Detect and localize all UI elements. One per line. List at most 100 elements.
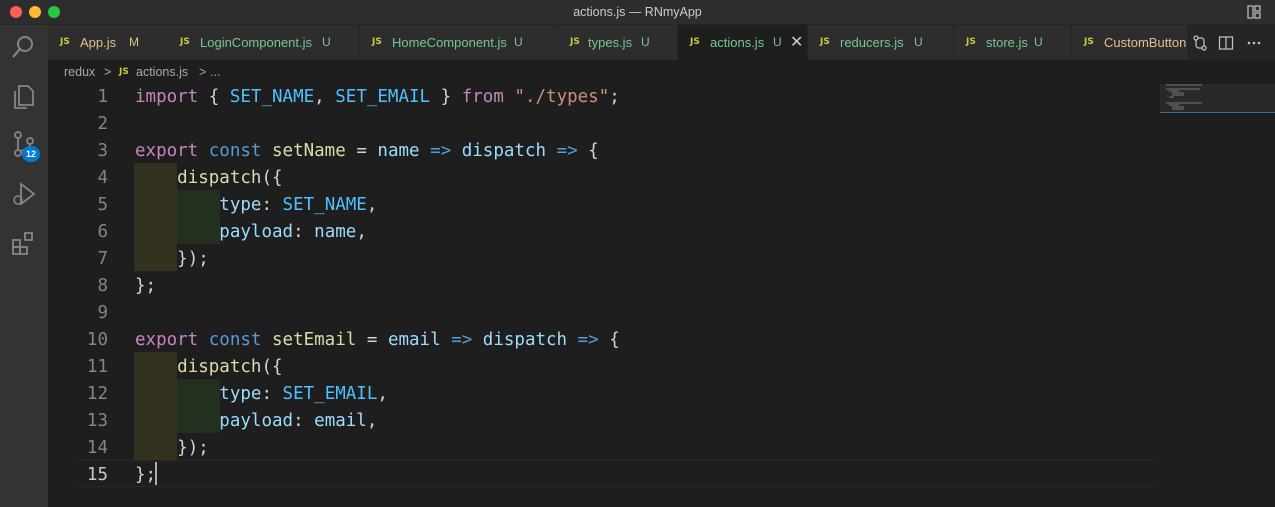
code-text: import { SET_NAME, SET_EMAIL } from "./t… bbox=[135, 87, 620, 107]
code-line[interactable]: 8}; bbox=[48, 273, 1160, 300]
js-file-icon: JS bbox=[60, 37, 70, 47]
line-number: 9 bbox=[97, 303, 108, 323]
line-number: 2 bbox=[97, 114, 108, 134]
tab-label: actions.js bbox=[710, 35, 765, 50]
line-number: 6 bbox=[97, 222, 108, 242]
breadcrumb-folder[interactable]: redux bbox=[64, 60, 95, 84]
js-file-icon: JS bbox=[570, 37, 580, 47]
js-file-icon: JS bbox=[372, 37, 382, 47]
minimap-line bbox=[1172, 108, 1184, 110]
code-text: dispatch({ bbox=[177, 357, 283, 377]
code-line[interactable]: 14 }); bbox=[48, 435, 1160, 462]
tab-app-js[interactable]: JS App.js M bbox=[48, 25, 174, 60]
tab-status: U bbox=[1034, 35, 1043, 49]
code-text: export const setEmail = email => dispatc… bbox=[135, 330, 620, 350]
tab-label: types.js bbox=[588, 35, 633, 50]
code-text: }; bbox=[135, 465, 157, 485]
chevron-right-icon: > bbox=[104, 65, 112, 79]
tab-label: App.js bbox=[80, 35, 117, 50]
code-text: }); bbox=[177, 249, 209, 269]
tab-status: U bbox=[773, 35, 782, 49]
activity-bar: 12 bbox=[0, 25, 48, 507]
code-text: type: SET_NAME, bbox=[219, 195, 378, 215]
files-icon[interactable] bbox=[10, 83, 38, 111]
tab-actions-js[interactable]: JS actions.js U ✕ bbox=[678, 25, 808, 60]
line-number: 10 bbox=[86, 330, 108, 350]
text-cursor bbox=[155, 462, 157, 485]
tab-status: U bbox=[641, 35, 650, 49]
code-text: export const setName = name => dispatch … bbox=[135, 141, 599, 161]
code-text: }); bbox=[177, 438, 209, 458]
tab-status: U bbox=[514, 35, 523, 49]
chevron-right-icon: > bbox=[199, 65, 207, 79]
code-editor[interactable]: 1 import { SET_NAME, SET_EMAIL } from "./… bbox=[48, 84, 1160, 507]
breadcrumb: redux > JS actions.js > ... bbox=[48, 60, 1275, 84]
code-line[interactable]: 10 export const setEmail = email => dispa… bbox=[48, 327, 1160, 354]
js-file-icon: JS bbox=[119, 67, 129, 77]
line-number: 15 bbox=[86, 465, 108, 485]
source-control-badge: 12 bbox=[22, 146, 40, 162]
tab-status: U bbox=[914, 35, 923, 49]
code-line[interactable]: 11 dispatch({ bbox=[48, 354, 1160, 381]
line-number: 1 bbox=[97, 87, 108, 107]
tab-label: reducers.js bbox=[840, 35, 904, 50]
tab-types-js[interactable]: JS types.js U bbox=[558, 25, 678, 60]
minimap[interactable] bbox=[1160, 84, 1275, 507]
line-number: 12 bbox=[86, 384, 108, 404]
code-text: dispatch({ bbox=[177, 168, 283, 188]
code-line[interactable]: 15}; bbox=[48, 462, 1160, 489]
split-editor-icon[interactable] bbox=[1218, 35, 1234, 51]
tab-label: HomeComponent.js bbox=[392, 35, 507, 50]
code-line[interactable]: 4 dispatch({ bbox=[48, 165, 1160, 192]
search-icon[interactable] bbox=[10, 33, 38, 61]
js-file-icon: JS bbox=[966, 37, 976, 47]
tab-label: store.js bbox=[986, 35, 1028, 50]
breadcrumb-symbol[interactable]: ... bbox=[210, 60, 220, 84]
code-line[interactable]: 3 export const setName = name => dispatch… bbox=[48, 138, 1160, 165]
tab-custombutton[interactable]: JS CustomButton bbox=[1072, 25, 1188, 60]
more-actions-icon[interactable] bbox=[1246, 35, 1262, 51]
code-text: payload: name, bbox=[219, 222, 367, 242]
code-line[interactable]: 6 payload: name, bbox=[48, 219, 1160, 246]
tab-bar: JS App.js M JS LoginComponent.js U JS Ho… bbox=[48, 25, 1275, 60]
code-line[interactable]: 2 bbox=[48, 111, 1160, 138]
line-number: 14 bbox=[86, 438, 108, 458]
code-line[interactable]: 1 import { SET_NAME, SET_EMAIL } from "./… bbox=[48, 84, 1160, 111]
extensions-icon[interactable] bbox=[10, 230, 38, 258]
code-text: type: SET_EMAIL, bbox=[219, 384, 388, 404]
tab-homecomponent-js[interactable]: JS HomeComponent.js U bbox=[360, 25, 558, 60]
js-file-icon: JS bbox=[1084, 37, 1094, 47]
code-text: payload: email, bbox=[219, 411, 378, 431]
code-line[interactable]: 12 type: SET_EMAIL, bbox=[48, 381, 1160, 408]
js-file-icon: JS bbox=[820, 37, 830, 47]
breadcrumb-file[interactable]: actions.js bbox=[136, 60, 188, 84]
line-number: 4 bbox=[97, 168, 108, 188]
tab-status: U bbox=[322, 35, 331, 49]
compare-changes-icon[interactable] bbox=[1192, 35, 1208, 51]
line-number: 8 bbox=[97, 276, 108, 296]
code-line[interactable]: 5 type: SET_NAME, bbox=[48, 192, 1160, 219]
tab-reducers-js[interactable]: JS reducers.js U bbox=[808, 25, 954, 60]
editor-actions bbox=[1188, 25, 1275, 60]
tab-store-js[interactable]: JS store.js U bbox=[954, 25, 1072, 60]
tab-label: LoginComponent.js bbox=[200, 35, 313, 50]
minimap-line bbox=[1169, 96, 1174, 98]
close-icon[interactable]: ✕ bbox=[790, 25, 803, 60]
line-number: 7 bbox=[97, 249, 108, 269]
line-number: 13 bbox=[86, 411, 108, 431]
run-debug-icon[interactable] bbox=[10, 180, 38, 208]
code-line[interactable]: 9 bbox=[48, 300, 1160, 327]
layout-icon[interactable] bbox=[1247, 5, 1261, 19]
code-text: }; bbox=[135, 276, 157, 296]
tab-logincomponent-js[interactable]: JS LoginComponent.js U bbox=[168, 25, 360, 60]
tab-label: CustomButton bbox=[1104, 35, 1187, 50]
tab-status: M bbox=[129, 35, 139, 49]
js-file-icon: JS bbox=[690, 37, 700, 47]
minimap-line bbox=[1166, 84, 1202, 86]
code-line[interactable]: 13 payload: email, bbox=[48, 408, 1160, 435]
code-line[interactable]: 7 }); bbox=[48, 246, 1160, 273]
line-number: 11 bbox=[86, 357, 108, 377]
title-bar: actions.js — RNmyApp bbox=[0, 0, 1275, 25]
window-title: actions.js — RNmyApp bbox=[573, 5, 702, 19]
line-number: 3 bbox=[97, 141, 108, 161]
